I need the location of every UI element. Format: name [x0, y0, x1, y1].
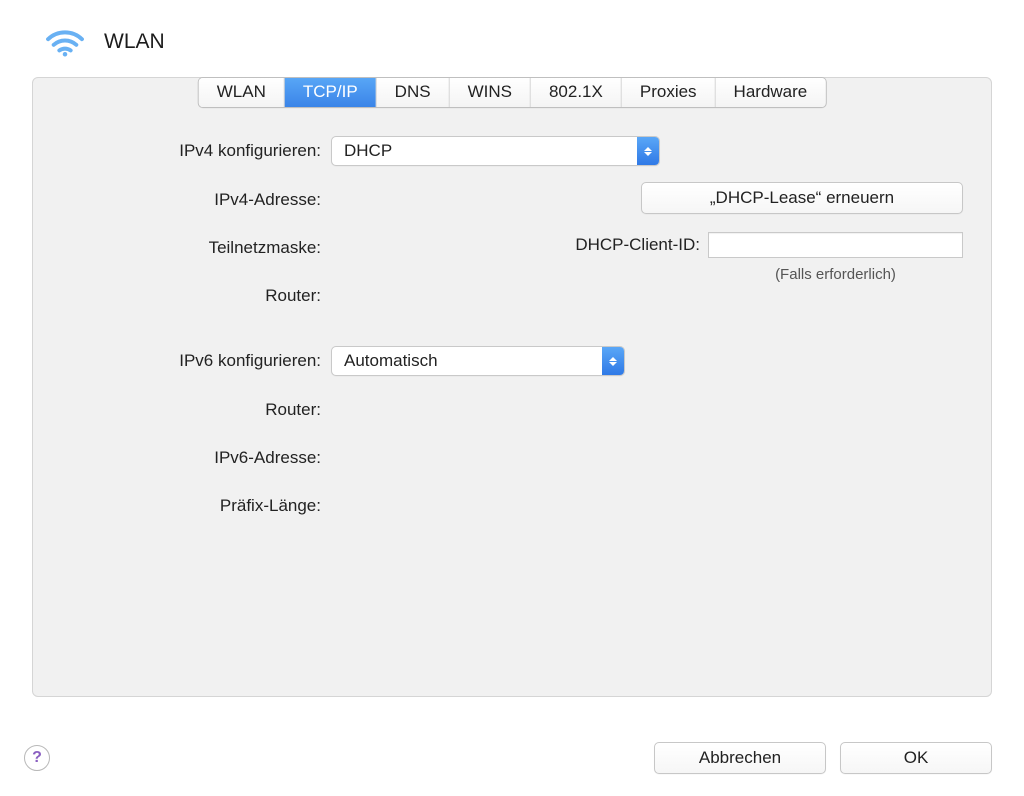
ipv4-address-label: IPv4-Adresse: — [63, 190, 331, 210]
tab-proxies[interactable]: Proxies — [622, 78, 716, 107]
chevrons-icon — [602, 347, 624, 375]
tab-hardware[interactable]: Hardware — [716, 78, 826, 107]
ipv4-configure-popup[interactable]: DHCP — [331, 136, 660, 166]
ok-button[interactable]: OK — [840, 742, 992, 774]
dhcp-client-id-label: DHCP-Client-ID: — [575, 235, 700, 255]
renew-dhcp-lease-button[interactable]: „DHCP-Lease“ erneuern — [641, 182, 963, 214]
page-title: WLAN — [104, 30, 165, 54]
ipv4-configure-label: IPv4 konfigurieren: — [63, 141, 331, 161]
tab-wins[interactable]: WINS — [450, 78, 531, 107]
prefix-length-label: Präfix-Länge: — [63, 496, 331, 516]
ipv6-configure-popup[interactable]: Automatisch — [331, 346, 625, 376]
tab-tcpip[interactable]: TCP/IP — [285, 78, 377, 107]
network-advanced-window: WLAN WLAN TCP/IP DNS WINS 802.1X Proxies… — [0, 0, 1024, 796]
subnet-mask-label: Teilnetzmaske: — [63, 238, 331, 258]
cancel-button[interactable]: Abbrechen — [654, 742, 826, 774]
dhcp-client-id-hint: (Falls erforderlich) — [708, 266, 963, 283]
bottom-bar: ? Abbrechen OK — [24, 742, 992, 774]
chevrons-icon — [637, 137, 659, 165]
router-ipv6-label: Router: — [63, 400, 331, 420]
ipv4-configure-value: DHCP — [344, 141, 637, 161]
router-label: Router: — [63, 286, 331, 306]
dhcp-client-id-input[interactable] — [708, 232, 963, 258]
ipv6-configure-label: IPv6 konfigurieren: — [63, 351, 331, 371]
tab-8021x[interactable]: 802.1X — [531, 78, 622, 107]
help-button[interactable]: ? — [24, 745, 50, 771]
tcpip-panel: IPv4 konfigurieren: DHCP IPv4-Adresse: — [32, 77, 992, 697]
ipv6-address-label: IPv6-Adresse: — [63, 448, 331, 468]
wifi-icon — [44, 26, 86, 58]
header: WLAN — [0, 0, 1024, 62]
tab-bar: WLAN TCP/IP DNS WINS 802.1X Proxies Hard… — [198, 77, 827, 108]
tab-wlan[interactable]: WLAN — [199, 78, 285, 107]
tab-dns[interactable]: DNS — [377, 78, 450, 107]
ipv6-configure-value: Automatisch — [344, 351, 602, 371]
